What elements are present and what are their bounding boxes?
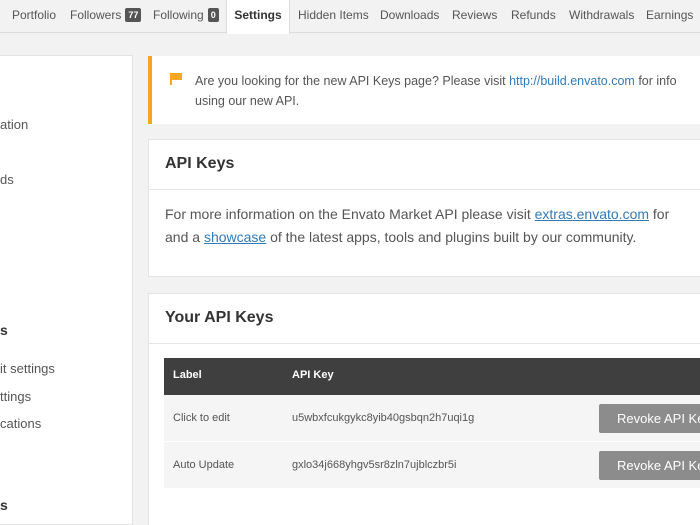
- showcase-link[interactable]: showcase: [204, 229, 266, 245]
- divider: [149, 189, 700, 190]
- revoke-api-key-button[interactable]: Revoke API Key: [599, 451, 700, 480]
- flag-icon: [170, 73, 184, 85]
- notice-text: Are you looking for the new API Keys pag…: [195, 71, 700, 111]
- info-text-part: For more information on the Envato Marke…: [165, 206, 535, 222]
- tab-refunds[interactable]: Refunds: [511, 0, 556, 33]
- tab-reviews[interactable]: Reviews: [452, 0, 497, 33]
- sidebar-item[interactable]: cations: [0, 416, 41, 431]
- tab-label: Followers: [70, 8, 122, 22]
- sidebar-section-heading: s: [0, 322, 8, 338]
- info-text-part: of the latest apps, tools and plugins bu…: [266, 229, 637, 245]
- api-keys-panel: API Keys For more information on the Env…: [148, 139, 700, 277]
- tab-label: Reviews: [452, 8, 498, 22]
- build-envato-link[interactable]: http://build.envato.com: [509, 74, 635, 88]
- tab-label: Portfolio: [12, 8, 57, 22]
- table-row: Auto Update gxlo34j668yhgv5sr8zln7ujblcz…: [164, 441, 700, 488]
- key-label-editable[interactable]: Auto Update: [173, 459, 234, 471]
- sidebar-section-heading: s: [0, 497, 8, 513]
- tab-hidden-items[interactable]: Hidden Items: [298, 0, 369, 33]
- notice-text-part: using our new API.: [195, 94, 300, 108]
- sidebar-item[interactable]: ttings: [0, 389, 31, 404]
- tab-settings[interactable]: Settings: [226, 0, 290, 34]
- panel-title: Your API Keys: [165, 309, 274, 326]
- followers-count-badge: 77: [125, 8, 142, 22]
- column-header-api-key: API Key: [292, 369, 334, 381]
- key-label-editable[interactable]: Click to edit: [173, 412, 230, 424]
- following-count-badge: 0: [207, 8, 219, 22]
- settings-sidebar: ation ds s it settings ttings cations s: [0, 55, 133, 525]
- tab-followers[interactable]: Followers 77: [70, 0, 142, 33]
- info-text-part: for: [649, 206, 670, 222]
- api-key-value: gxlo34j668yhgv5sr8zln7ujblczbr5i: [292, 459, 457, 471]
- api-info-text: For more information on the Envato Marke…: [165, 203, 669, 249]
- extras-envato-link[interactable]: extras.envato.com: [535, 206, 649, 222]
- tab-portfolio[interactable]: Portfolio: [12, 0, 56, 33]
- table-row: Click to edit u5wbxfcukgykc8yib40gsbqn2h…: [164, 395, 700, 442]
- table-header: Label API Key: [164, 358, 700, 395]
- divider: [149, 343, 700, 344]
- tab-label: Refunds: [511, 8, 556, 22]
- tab-withdrawals[interactable]: Withdrawals: [569, 0, 634, 33]
- notice-text-part: Are you looking for the new API Keys pag…: [195, 74, 510, 88]
- tab-downloads[interactable]: Downloads: [380, 0, 439, 33]
- tab-label: Hidden Items: [298, 8, 369, 22]
- sidebar-item[interactable]: ation: [0, 117, 28, 132]
- api-key-value: u5wbxfcukgykc8yib40gsbqn2h7uqi1g: [292, 412, 475, 424]
- tab-label: Earnings: [646, 8, 694, 22]
- panel-title: API Keys: [165, 155, 235, 172]
- notice-text-part: for info: [634, 74, 677, 88]
- tab-label: Following: [153, 8, 204, 22]
- tab-label: Settings: [234, 8, 282, 22]
- revoke-api-key-button[interactable]: Revoke API Key: [599, 404, 700, 433]
- info-text-part: and a: [165, 229, 204, 245]
- sidebar-item[interactable]: it settings: [0, 361, 55, 376]
- tab-following[interactable]: Following 0: [153, 0, 219, 33]
- tab-earnings[interactable]: Earnings: [646, 0, 693, 33]
- column-header-label: Label: [173, 369, 202, 381]
- profile-tabs: Portfolio Followers 77 Following 0 Setting…: [0, 0, 700, 34]
- tab-label: Withdrawals: [569, 8, 635, 22]
- sidebar-item[interactable]: ds: [0, 172, 14, 187]
- tab-label: Downloads: [380, 8, 440, 22]
- api-notice-banner: Are you looking for the new API Keys pag…: [148, 56, 700, 124]
